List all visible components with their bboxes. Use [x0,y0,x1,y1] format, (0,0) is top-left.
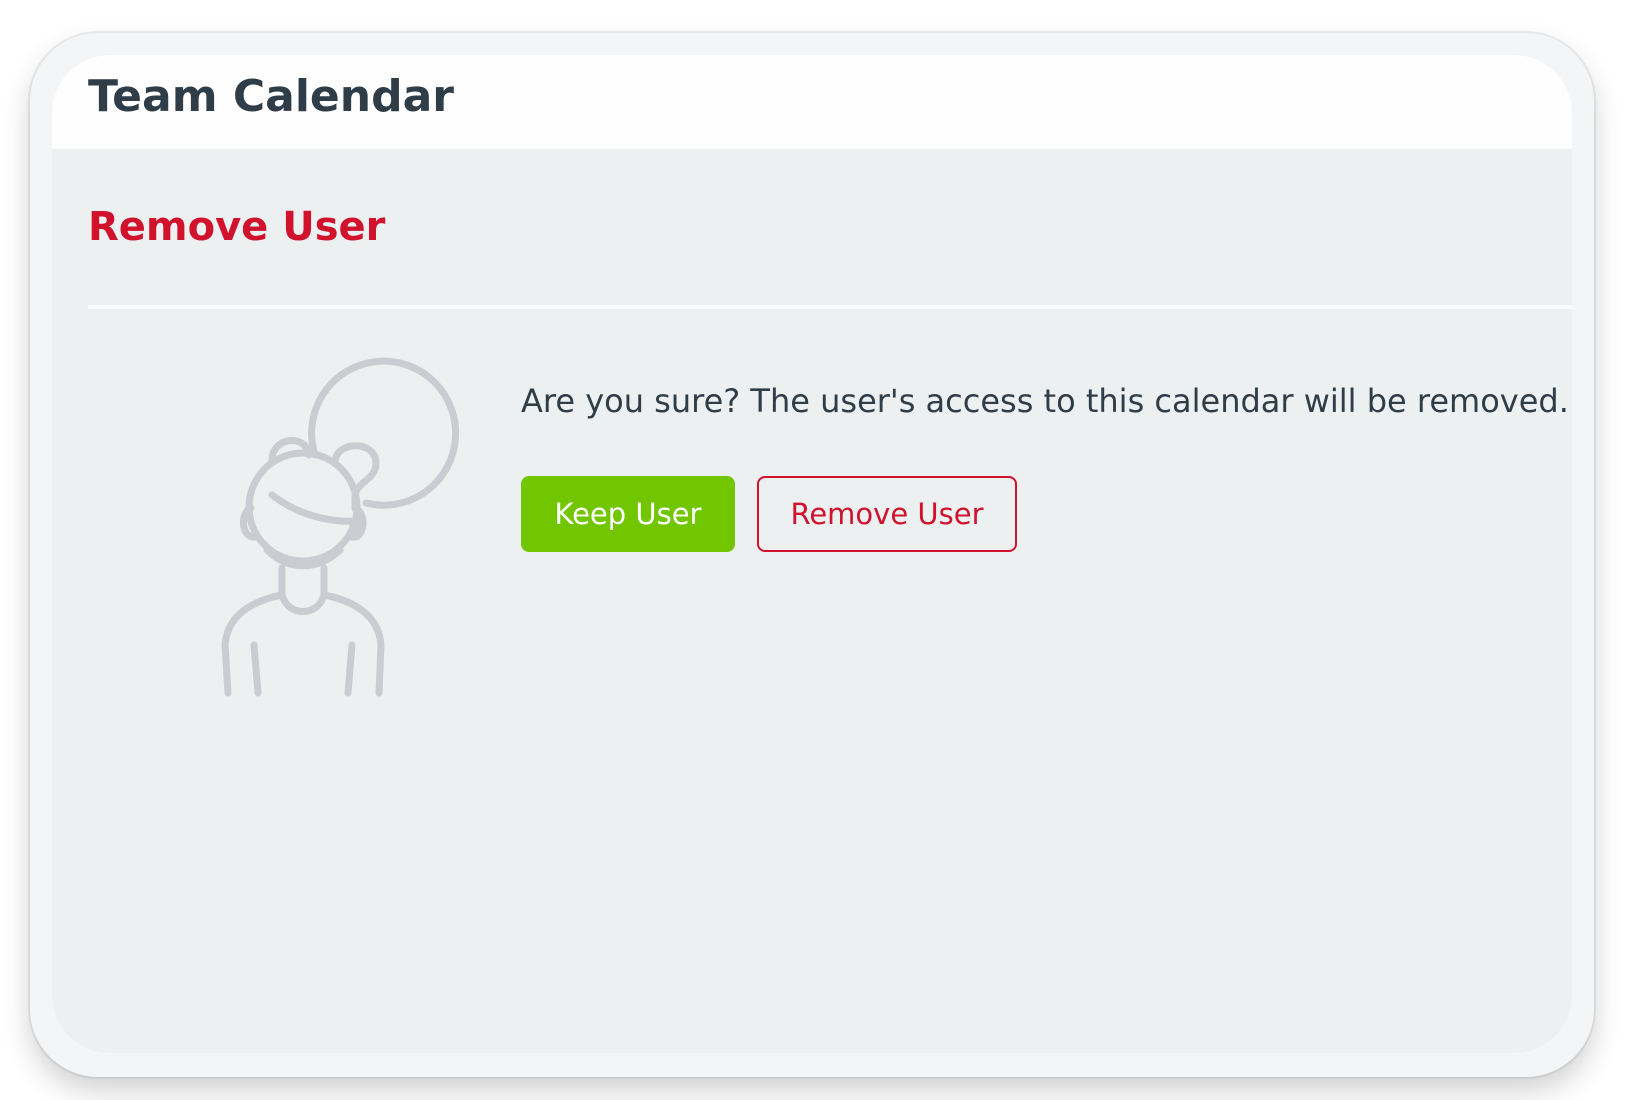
remove-user-button[interactable]: Remove User [757,476,1017,552]
dialog-title: Remove User [88,204,386,250]
keep-user-button[interactable]: Keep User [521,476,735,552]
app-title: Team Calendar [88,71,454,122]
confirmation-message: Are you sure? The user's access to this … [521,382,1569,420]
app-window: Team Calendar Remove User Are you sure? … [52,55,1572,1053]
app-header: Team Calendar [52,55,1572,149]
confused-user-question-icon [172,355,512,735]
divider [88,305,1572,309]
